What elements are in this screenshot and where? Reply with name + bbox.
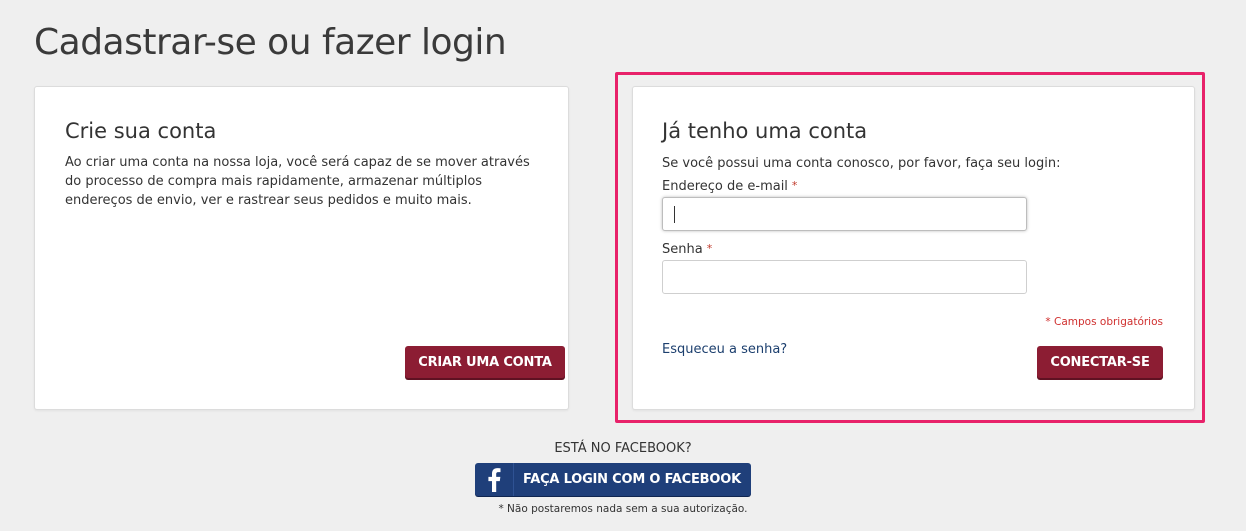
email-label-text: Endereço de e-mail [662,179,788,194]
login-heading: Já tenho uma conta [662,119,868,143]
register-panel: Crie sua conta Ao criar uma conta na nos… [34,86,569,410]
facebook-login-button[interactable]: FAÇA LOGIN COM O FACEBOOK [475,463,751,496]
password-label: Senha * [662,242,712,257]
password-label-text: Senha [662,242,703,257]
facebook-privacy-note: * Não postaremos nada sem a sua autoriza… [498,503,748,515]
facebook-f-icon [475,463,514,496]
register-heading: Crie sua conta [65,119,217,143]
login-button[interactable]: CONECTAR-SE [1037,346,1163,378]
forgot-password-link[interactable]: Esqueceu a senha? [662,342,787,357]
email-required-marker: * [791,179,798,192]
create-account-button[interactable]: CRIAR UMA CONTA [405,346,565,378]
required-fields-note: * Campos obrigatórios [1045,316,1163,328]
register-description: Ao criar uma conta na nossa loja, você s… [65,155,530,208]
text-caret [674,206,675,223]
login-panel: Já tenho uma conta Se você possui uma co… [632,86,1195,410]
page-title: Cadastrar-se ou fazer login [34,22,507,63]
email-label: Endereço de e-mail * [662,179,797,194]
email-input[interactable] [662,197,1027,231]
facebook-question: ESTÁ NO FACEBOOK? [554,441,692,456]
password-required-marker: * [706,242,713,255]
login-intro: Se você possui uma conta conosco, por fa… [662,156,1061,171]
password-input[interactable] [662,260,1027,294]
facebook-login-label: FAÇA LOGIN COM O FACEBOOK [523,472,741,487]
